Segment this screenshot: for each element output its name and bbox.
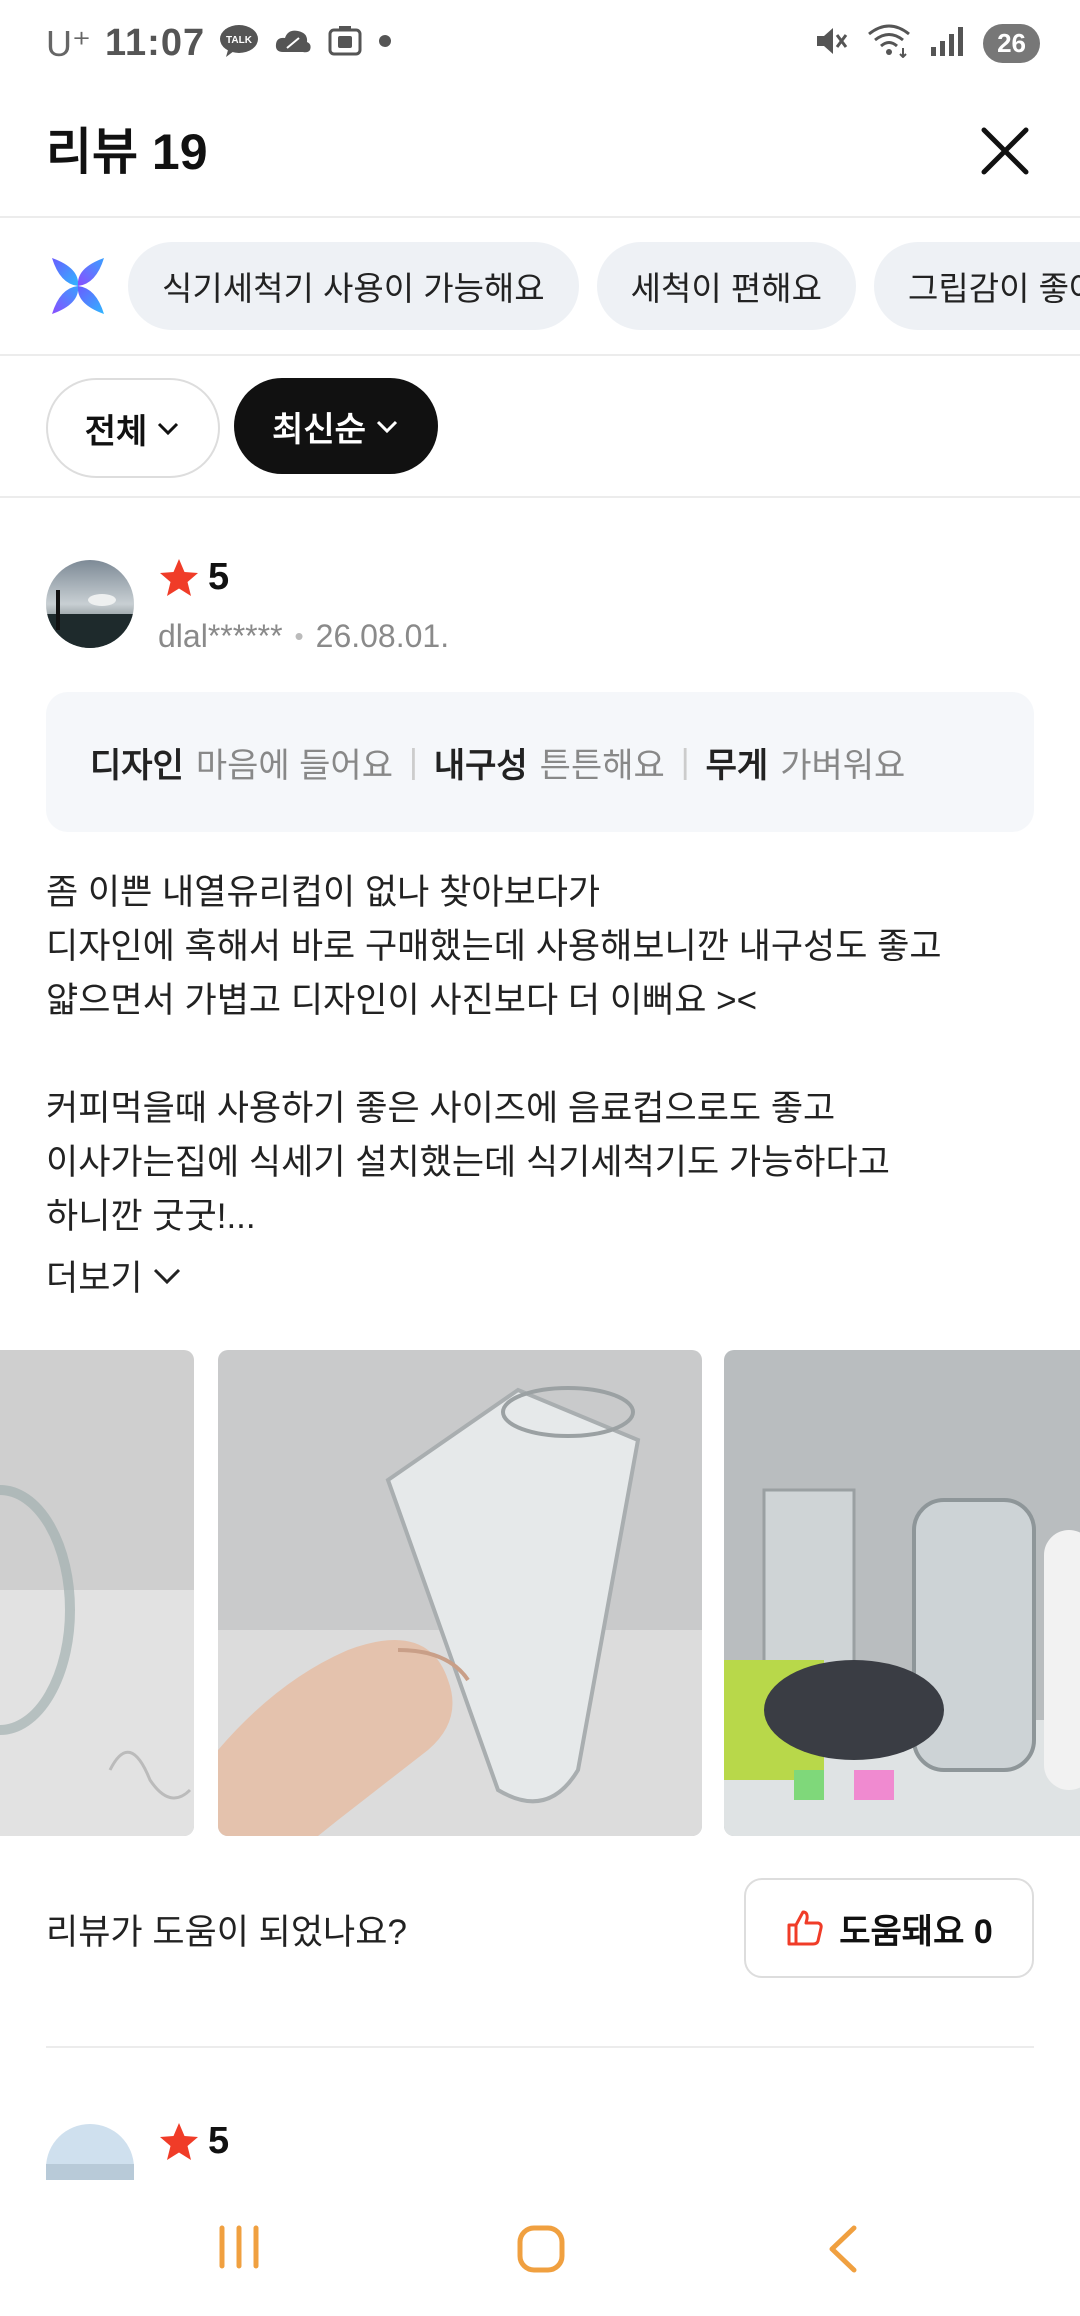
filter-all-label: 전체 bbox=[84, 412, 148, 451]
page-title: 리뷰 19 bbox=[46, 124, 208, 180]
screenshot-icon bbox=[327, 24, 363, 63]
status-right: 26 bbox=[813, 24, 1040, 63]
photo-carousel[interactable] bbox=[0, 1350, 1080, 1836]
attribute-value: 가벼워요 bbox=[780, 746, 906, 785]
keyword-chip[interactable]: 그립감이 좋아요 bbox=[874, 242, 1080, 330]
chevron-down-icon bbox=[376, 420, 397, 434]
back-icon bbox=[829, 2225, 857, 2273]
review-line: 하니깐 굿굿!... bbox=[46, 1197, 256, 1236]
thumbs-up-icon bbox=[787, 1910, 823, 1946]
kakaotalk-icon: TALK bbox=[219, 24, 259, 63]
filter-bar: 전체 최신순 bbox=[0, 356, 1080, 498]
dot-icon bbox=[377, 33, 393, 54]
helpful-question: 리뷰가 도움이 되었나요? bbox=[46, 1913, 407, 1952]
chevron-down-icon bbox=[158, 422, 179, 436]
attribute-divider: | bbox=[680, 742, 690, 781]
close-icon bbox=[981, 127, 1029, 175]
review-photo[interactable] bbox=[724, 1350, 1080, 1836]
reviewer-name: dlal****** bbox=[158, 618, 283, 654]
rating: 5 bbox=[158, 2120, 229, 2163]
attribute-key: 디자인 bbox=[90, 746, 184, 785]
rating-value: 5 bbox=[208, 556, 230, 598]
review-line: 얇으면서 가볍고 디자인이 사진보다 더 이뻐요 >< bbox=[46, 981, 758, 1020]
attribute-summary: 디자인 마음에 들어요 | 내구성 튼튼해요 | 무게 가벼워요 bbox=[46, 692, 1034, 832]
recent-apps-button[interactable] bbox=[216, 2224, 262, 2275]
ai-logo-icon bbox=[46, 254, 110, 318]
review-line bbox=[46, 1028, 1046, 1082]
review-divider bbox=[46, 2046, 1034, 2048]
status-bar: U⁺ 11:07 TALK 26 bbox=[0, 0, 1080, 96]
review-line: 커피먹을때 사용하기 좋은 사이즈에 음료컵으로도 좋고 bbox=[46, 1089, 836, 1128]
sort-label: 최신순 bbox=[272, 410, 366, 449]
filter-all-button[interactable]: 전체 bbox=[46, 378, 220, 478]
wifi-icon bbox=[867, 24, 911, 63]
separator-dot: • bbox=[294, 621, 304, 651]
cloud-icon bbox=[273, 26, 313, 61]
attribute-divider: | bbox=[408, 742, 418, 781]
attribute-key: 무게 bbox=[705, 746, 769, 785]
helpful-label: 도움돼요 0 bbox=[839, 1912, 993, 1951]
star-icon bbox=[160, 2122, 198, 2160]
review-date: 26.08.01. bbox=[315, 618, 450, 654]
attribute-key: 내구성 bbox=[433, 746, 528, 785]
keyword-chip[interactable]: 세척이 편해요 bbox=[596, 242, 857, 330]
more-label: 더보기 bbox=[46, 1259, 143, 1298]
review-line: 좀 이쁜 내열유리컵이 없나 찾아보다가 bbox=[46, 873, 601, 912]
star-icon bbox=[160, 558, 198, 596]
mute-icon bbox=[813, 24, 849, 63]
review-line: 디자인에 혹해서 바로 구매했는데 사용해보니깐 내구성도 좋고 bbox=[46, 927, 942, 966]
svg-text:TALK: TALK bbox=[226, 35, 253, 46]
system-nav-bar bbox=[0, 2180, 1080, 2316]
battery-indicator: 26 bbox=[983, 24, 1040, 63]
chevron-down-icon bbox=[153, 1268, 180, 1284]
review-photo[interactable] bbox=[0, 1350, 194, 1836]
helpful-button[interactable]: 도움돼요 0 bbox=[744, 1878, 1034, 1978]
status-left: U⁺ 11:07 TALK bbox=[46, 22, 393, 65]
recent-apps-icon bbox=[219, 2225, 259, 2269]
carrier-label: U⁺ bbox=[46, 22, 91, 64]
review-body: 좀 이쁜 내열유리컵이 없나 찾아보다가 디자인에 혹해서 바로 구매했는데 사… bbox=[46, 866, 1046, 1244]
review-meta: dlal****** • 26.08.01. bbox=[158, 618, 449, 655]
keyword-chips: 식기세척기 사용이 가능해요 세척이 편해요 그립감이 좋아요 bbox=[0, 218, 1080, 356]
review-photo[interactable] bbox=[218, 1350, 702, 1836]
back-button[interactable] bbox=[824, 2224, 864, 2279]
avatar[interactable] bbox=[46, 560, 134, 648]
attribute-value: 튼튼해요 bbox=[539, 746, 665, 785]
sort-button[interactable]: 최신순 bbox=[234, 378, 438, 474]
signal-icon bbox=[929, 25, 965, 62]
more-button[interactable]: 더보기 bbox=[46, 1250, 183, 1301]
home-icon bbox=[517, 2225, 565, 2273]
keyword-chip[interactable]: 식기세척기 사용이 가능해요 bbox=[128, 242, 579, 330]
rating: 5 bbox=[158, 556, 229, 599]
page-header: 리뷰 19 bbox=[0, 96, 1080, 218]
clock: 11:07 bbox=[105, 22, 206, 64]
rating-value: 5 bbox=[208, 2120, 230, 2162]
chip-track: 식기세척기 사용이 가능해요 세척이 편해요 그립감이 좋아요 bbox=[128, 242, 1080, 330]
attribute-value: 마음에 들어요 bbox=[195, 746, 393, 785]
home-button[interactable] bbox=[516, 2224, 566, 2279]
close-button[interactable] bbox=[970, 116, 1040, 186]
avatar[interactable] bbox=[46, 2124, 134, 2184]
review-line: 이사가는집에 식세기 설치했는데 식기세척기도 가능하다고 bbox=[46, 1143, 890, 1182]
